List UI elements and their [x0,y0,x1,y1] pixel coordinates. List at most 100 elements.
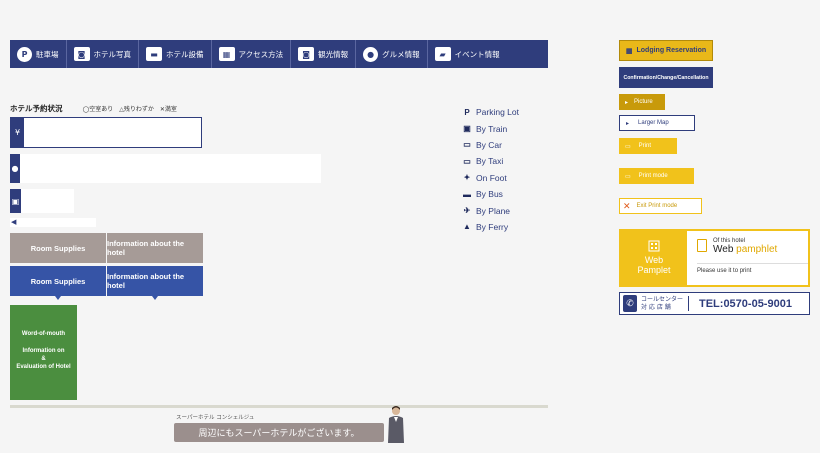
nav-item-label: アクセス方法 [238,49,284,59]
nav-item-hotel-photos[interactable]: ◙ ホテル写真 [67,40,139,68]
use-to-print: Please use it to print [697,263,808,274]
map-icon: ▦ [218,47,235,61]
tab-room-supplies[interactable]: Room Supplies [10,233,106,263]
camera-icon: ◙ [298,47,315,61]
legend-available: ◯空室あり [82,106,114,113]
cc-line1: コールセンター [641,296,684,304]
title-word: Web [713,244,734,255]
nav-item-label: グルメ情報 [382,49,420,59]
speech-bubble-icon: ▰ [434,47,451,61]
printer-icon: ▭ [625,143,631,150]
printer-icon: ▭ [625,173,631,180]
larger-map-button[interactable]: ▸ Larger Map [619,115,695,131]
access-bus[interactable]: ▬ By Bus [462,186,519,202]
camera-icon: ◙ [73,47,90,61]
access-label: By Train [476,123,508,134]
lodging-label: Lodging Reservation [636,47,707,54]
price-box: ¥ [10,117,202,148]
access-label: By Car [476,139,502,150]
confirm-change-cancel-button[interactable]: Confirmation/Change/Cancellation [619,67,713,88]
bus-icon: ▬ [463,189,471,199]
call-center-label: コールセンター 対 応 店 舗 [641,296,689,311]
access-plane[interactable]: ✈ By Plane [462,202,519,218]
access-label: Parking Lot [476,107,519,118]
tab-hotel-info-active[interactable]: Information about the hotel [107,266,203,300]
telephone-number: TEL:0570-05-9001 [699,297,792,310]
title-accent: pamphlet [736,244,778,255]
dining-icon: ● [363,46,379,62]
document-icon [697,239,707,252]
nearby-hotels-button[interactable]: 周辺にもスーパーホテルがございます。 [174,423,384,442]
web-pamphlet-title: Web pamphlet [713,244,808,255]
nav-item-parking[interactable]: P 駐車場 [10,40,67,68]
wom-line: & [41,356,46,363]
web-pamphlet-text: Of this hotel Web pamphlet Please use it… [687,231,808,285]
print-mode-label: Print mode [638,173,668,179]
access-ferry[interactable]: ▲ By Ferry [462,219,519,235]
web-pamphlet-badge: Web Pamplet [621,231,687,285]
lodging-reservation-button[interactable]: ▦ Lodging Reservation [619,40,713,61]
concierge-label: スーパーホテル コンシェルジュ [176,415,255,421]
access-foot[interactable]: ✦ On Foot [462,170,519,186]
tab-room-supplies-active[interactable]: Room Supplies [10,266,106,300]
access-car[interactable]: ▭ By Car [462,137,519,153]
yen-icon: ¥ [11,118,24,147]
bus-icon: ▣ [10,189,21,213]
arrow-right-icon: ▸ [626,120,630,127]
megaphone-icon: ◀ [11,218,17,226]
nav-item-label: ホテル写真 [93,49,132,59]
phone-icon: ✆ [623,295,637,312]
parking-icon: P [17,46,32,62]
call-center-banner[interactable]: ✆ コールセンター 対 応 店 舗 TEL:0570-05-9001 [619,292,810,315]
picture-button[interactable]: ▸ Picture [619,94,665,110]
nav-item-access[interactable]: ▦ アクセス方法 [212,40,292,68]
cc-line2: 対 応 店 舗 [641,303,671,311]
print-mode-button[interactable]: ▭ Print mode [619,168,694,184]
bed-icon: ▬ [146,47,162,61]
tab-hotel-info[interactable]: Information about the hotel [107,233,203,263]
top-nav: P 駐車場 ◙ ホテル写真 ▬ ホテル設備 ▦ アクセス方法 ◙ 観光情報 ● … [10,40,548,68]
availability-legend: ◯空室あり △残りわずか ✕満室 [83,104,177,113]
nav-item-sightseeing[interactable]: ◙ 観光情報 [291,40,357,68]
calendar-icon: ▦ [625,47,633,55]
access-parking[interactable]: P Parking Lot [462,104,519,120]
access-label: By Bus [476,189,503,200]
nav-item-hotel-facilities[interactable]: ▬ ホテル設備 [139,40,212,68]
parking-icon: P [464,107,470,117]
access-label: By Ferry [476,221,509,232]
exit-icon: ✕ [623,200,631,211]
building-icon [648,240,660,252]
larger-map-label: Larger Map [638,120,669,126]
nav-item-events[interactable]: ▰ イベント情報 [428,40,507,68]
exit-print-mode-label: Exit Print mode [636,203,678,209]
access-list: P Parking Lot ▣ By Train ▭ By Car ▭ By T… [462,104,519,235]
car-icon: ▭ [463,140,471,150]
legend-few-left: △残りわずか [119,106,154,113]
access-label: On Foot [476,172,507,183]
print-button[interactable]: ▭ Print [619,138,677,154]
access-label: By Plane [476,205,511,216]
taxi-icon: ▭ [463,156,471,166]
comment-box: ● [10,154,321,183]
ferry-icon: ▲ [463,222,471,232]
wom-line: Evaluation of Hotel [16,364,71,371]
access-taxi[interactable]: ▭ By Taxi [462,153,519,169]
exit-print-mode-button[interactable]: ✕ Exit Print mode [619,198,702,214]
web-pamphlet-banner[interactable]: Web Pamplet Of this hotel Web pamphlet P… [619,229,810,287]
bus-box: ▣ [10,189,74,213]
word-of-mouth-button[interactable]: Word-of-mouth Information on & Evaluatio… [10,305,77,400]
nav-item-label: 観光情報 [318,49,349,59]
access-train[interactable]: ▣ By Train [462,120,519,136]
nav-item-gourmet[interactable]: ● グルメ情報 [356,40,428,68]
tabs-blue: Room Supplies Information about the hote… [10,266,203,300]
availability-header: ホテル予約状況 ◯空室あり △残りわずか ✕満室 [10,103,177,114]
plane-icon: ✈ [463,206,471,216]
badge-line: Pamplet [637,265,671,275]
arrow-right-icon: ▸ [625,99,629,106]
wom-line: Information on [22,348,65,355]
tabs-grey: Room Supplies Information about the hote… [10,233,203,263]
availability-title: ホテル予約状況 [10,104,63,113]
notice-box: ◀ [10,218,96,227]
nav-item-label: イベント情報 [454,49,500,59]
wom-line: Word-of-mouth [21,331,66,337]
